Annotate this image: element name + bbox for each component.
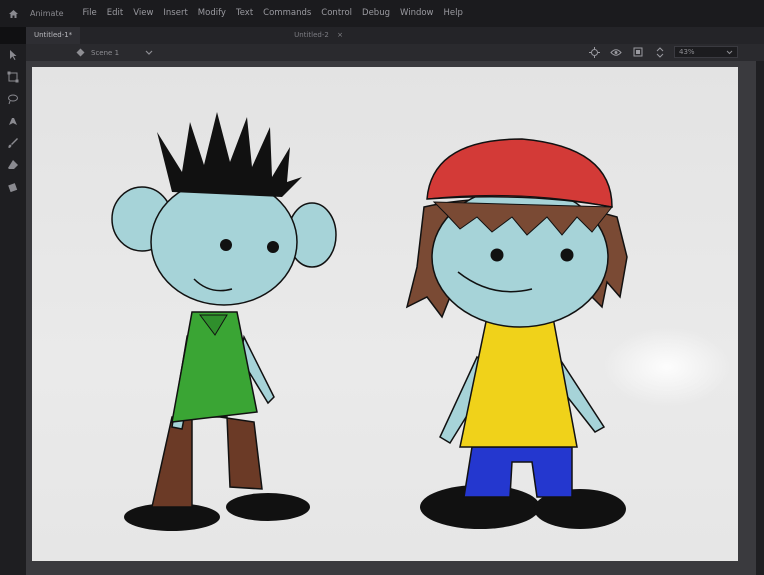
menu-help[interactable]: Help bbox=[439, 0, 468, 27]
paint-bucket-tool[interactable] bbox=[0, 176, 26, 198]
tab-label: Untitled-2 bbox=[294, 31, 329, 39]
pen-icon bbox=[9, 118, 17, 125]
cartoon-artwork[interactable] bbox=[32, 67, 738, 561]
menu-text[interactable]: Text bbox=[231, 0, 258, 27]
document-tab-bar: Untitled-1* Untitled-2 × bbox=[26, 27, 764, 44]
chevron-down-icon bbox=[726, 50, 733, 54]
menu-debug[interactable]: Debug bbox=[357, 0, 395, 27]
canvas-area[interactable] bbox=[26, 61, 764, 575]
home-icon bbox=[8, 9, 18, 18]
girl-left-eye bbox=[490, 248, 504, 262]
properties-panel-edge bbox=[756, 61, 764, 575]
paint-bucket-icon bbox=[8, 183, 18, 193]
stage-toolbar: Scene 1 43% bbox=[26, 44, 764, 61]
tools-panel bbox=[0, 44, 26, 575]
tab-blurred[interactable] bbox=[80, 27, 286, 44]
main-menu: File Edit View Insert Modify Text Comman… bbox=[78, 0, 468, 27]
menu-insert[interactable]: Insert bbox=[158, 0, 192, 27]
menu-edit[interactable]: Edit bbox=[102, 0, 128, 27]
brush-icon bbox=[8, 138, 18, 148]
scene-icon bbox=[76, 48, 85, 57]
menu-window[interactable]: Window bbox=[395, 0, 439, 27]
menu-modify[interactable]: Modify bbox=[193, 0, 231, 27]
stage-view-controls bbox=[588, 46, 666, 58]
boy-right-shoe bbox=[226, 493, 310, 521]
home-button[interactable] bbox=[0, 0, 26, 27]
arrow-tool[interactable] bbox=[0, 44, 26, 66]
stage[interactable] bbox=[32, 67, 738, 561]
workspace-label[interactable]: Animate bbox=[26, 0, 78, 27]
girl-shirt bbox=[459, 311, 578, 448]
fit-icon[interactable] bbox=[632, 46, 644, 58]
tab-untitled-2[interactable]: Untitled-2 × bbox=[286, 27, 351, 44]
zoom-value: 43% bbox=[679, 48, 695, 56]
close-icon[interactable]: × bbox=[337, 31, 343, 39]
scene-label: Scene 1 bbox=[91, 48, 120, 57]
arrow-tool-icon bbox=[10, 50, 17, 60]
girl-right-eye bbox=[560, 248, 574, 262]
boy-left-eye bbox=[220, 239, 232, 251]
eye-icon[interactable] bbox=[610, 46, 622, 58]
chevron-down-icon bbox=[145, 50, 153, 55]
menu-file[interactable]: File bbox=[78, 0, 102, 27]
lasso-icon bbox=[8, 94, 18, 105]
boy-hair bbox=[157, 112, 302, 197]
zoom-select[interactable]: 43% bbox=[674, 46, 738, 58]
menu-bar: Animate File Edit View Insert Modify Tex… bbox=[0, 0, 764, 27]
girl-character[interactable] bbox=[405, 138, 628, 529]
menu-control[interactable]: Control bbox=[316, 0, 357, 27]
menu-commands[interactable]: Commands bbox=[258, 0, 316, 27]
eraser-tool[interactable] bbox=[0, 154, 26, 176]
stepper-icon[interactable] bbox=[654, 46, 666, 58]
free-transform-icon bbox=[7, 71, 19, 83]
screen-glare bbox=[602, 327, 732, 407]
brush-tool[interactable] bbox=[0, 132, 26, 154]
eraser-icon bbox=[8, 160, 18, 169]
tab-label: Untitled-1* bbox=[34, 31, 73, 39]
free-transform-tool[interactable] bbox=[0, 66, 26, 88]
pen-tool[interactable] bbox=[0, 110, 26, 132]
scene-selector[interactable]: Scene 1 bbox=[26, 48, 153, 57]
boy-character[interactable] bbox=[111, 112, 337, 531]
lasso-tool[interactable] bbox=[0, 88, 26, 110]
girl-pants bbox=[463, 446, 573, 498]
boy-right-eye bbox=[267, 241, 279, 253]
camera-icon[interactable] bbox=[588, 46, 600, 58]
tab-untitled-1[interactable]: Untitled-1* bbox=[26, 27, 81, 44]
boy-pants bbox=[151, 416, 263, 508]
menu-view[interactable]: View bbox=[128, 0, 158, 27]
